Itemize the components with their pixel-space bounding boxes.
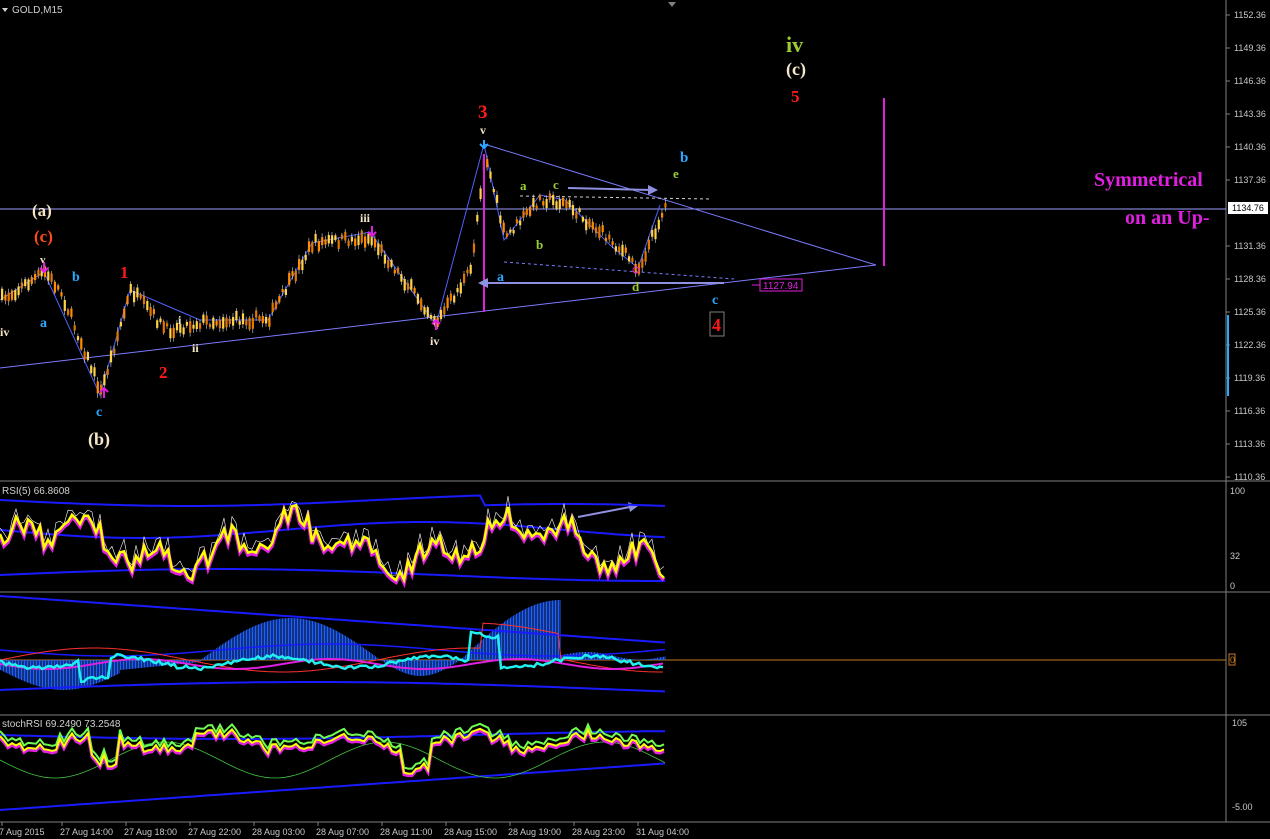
stochrsi-pane[interactable]: stochRSI 69.2490 73.2548 105 -5.00 xyxy=(0,718,1253,812)
price-label: 1110.36 xyxy=(1234,472,1265,482)
price-tag: 1127.94 xyxy=(752,278,803,292)
wave-label: c xyxy=(96,405,102,420)
macd-pane[interactable]: 0 xyxy=(0,595,1236,693)
rsi-label: RSI(5) 66.8608 xyxy=(2,486,70,497)
wave-label: ii xyxy=(192,341,199,355)
price-label: 1122.36 xyxy=(1234,340,1266,350)
price-label: 1152.36 xyxy=(1234,10,1266,20)
chart-window[interactable]: GOLD,M15 1152.36 1149.36 1146.36 1143.36 114… xyxy=(0,0,1270,839)
macd-level: 0 xyxy=(1230,655,1235,665)
candlesticks xyxy=(1,155,667,399)
wave-label: (c) xyxy=(786,59,806,80)
price-axis[interactable]: 1152.36 1149.36 1146.36 1143.36 1140.36 1137.… xyxy=(1226,10,1266,482)
rsi-pane[interactable]: RSI(5) 66.8608 100 32 0 xyxy=(0,486,1245,591)
annotation-line-1: Symmetrical xyxy=(1094,169,1203,191)
time-label: 27 Aug 14:00 xyxy=(60,827,113,837)
price-label: 1149.36 xyxy=(1234,43,1266,53)
wave-label: c xyxy=(553,177,559,192)
macd-envelope-bot xyxy=(0,681,666,693)
pattern-annotation: Symmetrical on an Up- xyxy=(1094,169,1209,229)
rsi-level: 32 xyxy=(1230,551,1240,561)
annotation-line-2: on an Up- xyxy=(1125,207,1209,229)
down-arrow-icon xyxy=(367,226,377,238)
wave-label: (c) xyxy=(34,227,53,246)
fractal-markers xyxy=(39,140,640,398)
wave-label: 1 xyxy=(120,263,129,282)
current-price-label: 1134.76 xyxy=(1232,203,1264,213)
wave-label: a xyxy=(520,178,527,193)
rsi-level: 0 xyxy=(1230,581,1235,591)
time-label: 28 Aug 23:00 xyxy=(572,827,625,837)
wave-label: c xyxy=(712,293,718,308)
wave-label: iv xyxy=(430,334,439,348)
price-label: 1116.36 xyxy=(1234,406,1265,416)
current-price-marker: 1134.76 xyxy=(1228,202,1268,214)
wave-label: b xyxy=(72,270,80,285)
price-label: 1131.36 xyxy=(1234,241,1266,251)
wave-label: (a) xyxy=(32,201,52,220)
wave-zigzag xyxy=(0,143,661,397)
svg-text:1127.94: 1127.94 xyxy=(763,281,799,292)
time-label: 28 Aug 07:00 xyxy=(316,827,369,837)
triangle-down-icon[interactable] xyxy=(2,8,8,12)
wave-label: 2 xyxy=(159,363,168,382)
stochrsi-label: stochRSI 69.2490 73.2548 xyxy=(2,719,121,730)
wave-label: b xyxy=(680,150,688,166)
wave-label: v xyxy=(480,123,486,137)
stoch-band-bot xyxy=(0,762,666,811)
down-arrow-icon xyxy=(479,140,489,150)
scroll-marker-icon[interactable] xyxy=(668,2,676,7)
rsi-band-bot xyxy=(0,568,665,582)
wave-label: e xyxy=(673,166,679,181)
wave-label: 5 xyxy=(791,87,800,106)
wave-label: d xyxy=(632,279,640,294)
price-label: 1119.36 xyxy=(1234,373,1265,383)
wave-labels: iv (c) 5 3 v b e a c b a d c 4 (a) (c) v… xyxy=(0,32,806,450)
price-label: 1128.36 xyxy=(1234,274,1266,284)
wave-label: iv xyxy=(0,325,9,339)
price-label: 1143.36 xyxy=(1234,109,1266,119)
rsi-level: 100 xyxy=(1230,486,1245,496)
time-label: 28 Aug 15:00 xyxy=(444,827,497,837)
time-label: 28 Aug 11:00 xyxy=(380,827,432,837)
time-label: 28 Aug 03:00 xyxy=(252,827,305,837)
time-label: 27 Aug 22:00 xyxy=(188,827,241,837)
arrow-up-right-icon xyxy=(628,502,638,512)
time-label: 27 Aug 2015 xyxy=(0,827,45,837)
stoch-level: -5.00 xyxy=(1232,802,1253,812)
price-label: 1146.36 xyxy=(1234,76,1266,86)
wave-label: v xyxy=(40,254,46,266)
wave-label: 3 xyxy=(478,102,488,123)
time-label: 27 Aug 18:00 xyxy=(124,827,177,837)
arrows xyxy=(478,185,724,518)
wave-label: iii xyxy=(360,211,371,225)
dotted-lower xyxy=(503,261,735,280)
wave-label: b xyxy=(536,237,543,252)
wave-label: iv xyxy=(786,32,803,57)
chart-title[interactable]: GOLD,M15 xyxy=(2,5,63,16)
wave-label: a xyxy=(40,316,47,331)
price-label: 1125.36 xyxy=(1234,307,1266,317)
wave-label: a xyxy=(497,270,504,285)
time-label: 28 Aug 19:00 xyxy=(508,827,561,837)
wave-label: (b) xyxy=(88,429,110,450)
price-label: 1140.36 xyxy=(1234,142,1266,152)
rsi-band-top xyxy=(0,494,666,507)
wave-label: 4 xyxy=(712,315,721,335)
time-label: 31 Aug 04:00 xyxy=(636,827,689,837)
arrow-right-icon xyxy=(648,185,658,195)
symbol-label: GOLD,M15 xyxy=(12,5,63,16)
pane-frame xyxy=(0,0,1270,823)
time-axis[interactable]: 27 Aug 2015 27 Aug 14:00 27 Aug 18:00 27 Au… xyxy=(0,822,689,837)
stoch-level: 105 xyxy=(1232,718,1247,728)
price-label: 1137.36 xyxy=(1234,175,1266,185)
price-label: 1113.36 xyxy=(1234,439,1265,449)
